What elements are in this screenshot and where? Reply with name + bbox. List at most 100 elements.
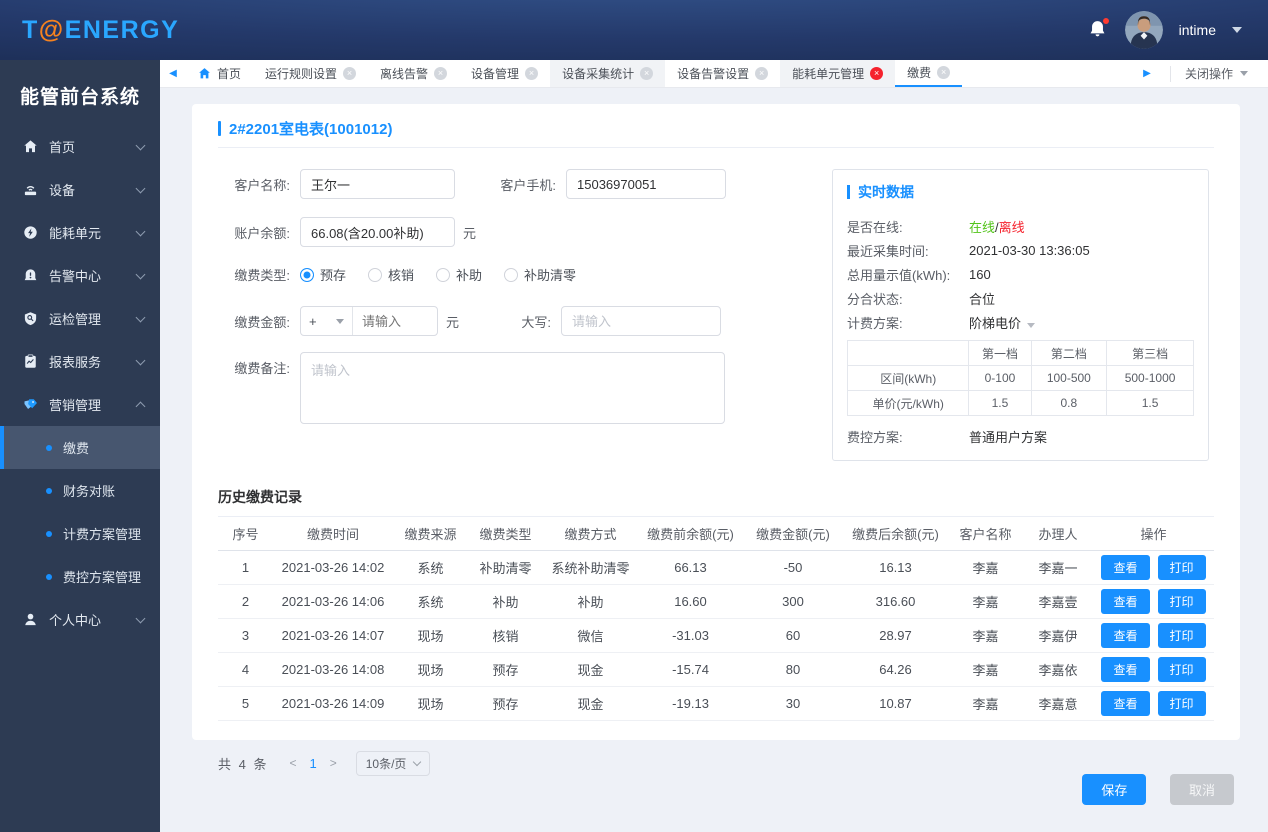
table-row: 5 2021-03-26 14:09 现场 预存 现金 -19.13 30 10.87 李嘉 李嘉… [218, 686, 1214, 721]
history-col-header: 缴费后余额(元) [843, 517, 948, 551]
pagination-prev[interactable]: < [286, 756, 299, 770]
person-icon [22, 612, 38, 628]
tier-cell: 0.8 [1030, 390, 1108, 416]
pagination-next[interactable]: > [327, 756, 340, 770]
view-button[interactable]: 查看 [1101, 622, 1150, 648]
history-cell: 李嘉 [948, 686, 1023, 721]
avatar[interactable] [1124, 11, 1163, 49]
tab-close-icon[interactable]: × [434, 67, 448, 80]
radio-label: 预存 [320, 268, 347, 283]
amount-group: + [300, 306, 438, 336]
tier-price-table: 第一档 第二档 第三档 区间(kWh) 0-100 100-500 500-1000 单价(元… [846, 340, 1194, 416]
notification-bell-icon[interactable] [1087, 18, 1109, 41]
tab-item[interactable]: 设备采集统计 × [550, 60, 666, 87]
switch-state-label: 分合状态: [847, 291, 903, 307]
sidebar-item-energy[interactable]: 能耗单元 [0, 211, 160, 254]
user-menu-caret-icon[interactable] [1232, 27, 1242, 33]
tab-close-icon[interactable]: × [870, 67, 884, 80]
sidebar-item-home[interactable]: 首页 [0, 125, 160, 168]
pay-type-radio[interactable]: 预存 [300, 265, 346, 284]
caps-input[interactable] [561, 306, 722, 336]
history-cell: 李嘉伊 [1023, 618, 1093, 653]
realtime-panel: 实时数据 是否在线: 在线/离线 最近采集时间: 2021-03-30 13:3… [832, 169, 1209, 461]
tab-item[interactable]: 运行规则设置 × [253, 60, 368, 87]
tab-item[interactable]: 首页 [186, 60, 253, 87]
chevron-down-icon [135, 140, 146, 150]
sidebar-subitem[interactable]: 财务对账 [0, 469, 160, 512]
tab-close-icon[interactable]: × [525, 67, 539, 80]
history-cell: 现场 [393, 652, 468, 687]
sidebar-subitem[interactable]: 费控方案管理 [0, 555, 160, 598]
chevron-down-icon [135, 226, 146, 236]
print-button[interactable]: 打印 [1157, 588, 1206, 614]
sidebar-item-alarm[interactable]: 告警中心 [0, 254, 160, 297]
amount-sign-select[interactable]: + [301, 307, 353, 335]
tab-close-icon[interactable]: × [755, 67, 769, 80]
tabs-scroll-right-icon[interactable]: ▶ [1134, 68, 1160, 79]
radio-icon [504, 267, 519, 282]
page-size-select[interactable]: 10条/页 [355, 750, 431, 776]
offline-value: 离线 [998, 219, 1025, 235]
sidebar-subitem[interactable]: 计费方案管理 [0, 512, 160, 555]
radio-icon [368, 267, 383, 282]
remark-textarea[interactable] [300, 352, 725, 424]
amount-input[interactable] [353, 313, 437, 329]
history-actions-cell: 查看 打印 [1093, 550, 1214, 585]
cancel-button[interactable]: 取消 [1169, 774, 1234, 805]
tab-close-icon[interactable]: × [937, 66, 951, 79]
pay-type-radio[interactable]: 核销 [368, 265, 414, 284]
history-col-header: 缴费时间 [273, 517, 393, 551]
sidebar-item-inspection[interactable]: 运检管理 [0, 297, 160, 340]
billing-plan-value[interactable]: 阶梯电价 [969, 313, 1036, 332]
page-size-value: 10条/页 [365, 756, 407, 771]
home-icon [198, 67, 211, 80]
save-button[interactable]: 保存 [1082, 774, 1147, 805]
print-button[interactable]: 打印 [1157, 690, 1206, 716]
tier-row-header: 区间(kWh) [846, 365, 970, 391]
total-usage-label: 总用量示值(kWh): [847, 267, 951, 283]
sidebar-item-marketing[interactable]: 营销管理 [0, 383, 160, 426]
print-button[interactable]: 打印 [1157, 656, 1206, 682]
tab-item[interactable]: 能耗单元管理 × [780, 60, 896, 87]
view-button[interactable]: 查看 [1101, 588, 1150, 614]
tab-item[interactable]: 缴费 × [895, 60, 963, 87]
tab-item[interactable]: 离线告警 × [368, 60, 459, 87]
username[interactable]: intime [1179, 22, 1216, 38]
close-operations-dropdown[interactable]: 关闭操作 [1185, 65, 1268, 82]
tabs-strip: 首页 运行规则设置 × 离线告警 × 设备管理 × 设备采集统计 × 设备告警设置 × 能耗单元管理 ×… [186, 60, 1134, 87]
print-button[interactable]: 打印 [1157, 554, 1206, 580]
pay-type-radio[interactable]: 补助 [436, 265, 482, 284]
view-button[interactable]: 查看 [1101, 656, 1150, 682]
sidebar-item-person[interactable]: 个人中心 [0, 598, 160, 641]
pay-type-radio[interactable]: 补助清零 [504, 265, 576, 284]
history-cell: 系统 [393, 550, 468, 585]
customer-phone-input[interactable] [566, 169, 726, 199]
report-icon [22, 354, 38, 370]
realtime-title: 实时数据 [847, 182, 1194, 202]
balance-input[interactable] [300, 217, 455, 247]
tab-item[interactable]: 设备告警设置 × [665, 60, 780, 87]
tabs-scroll-left-icon[interactable]: ◀ [160, 60, 186, 87]
chevron-down-icon [135, 312, 146, 322]
balance-label: 账户余额: [234, 225, 290, 241]
tab-close-icon[interactable]: × [640, 67, 654, 80]
history-cell: 李嘉 [948, 652, 1023, 687]
pay-type-label: 缴费类型: [234, 268, 290, 283]
sidebar-subitem[interactable]: 缴费 [0, 426, 160, 469]
tab-close-icon[interactable]: × [343, 67, 357, 80]
tier-cell: 1.5 [968, 390, 1032, 416]
tab-item[interactable]: 设备管理 × [459, 60, 550, 87]
sidebar-item-device[interactable]: 设备 [0, 168, 160, 211]
print-button[interactable]: 打印 [1157, 622, 1206, 648]
pagination-page-1[interactable]: 1 [305, 756, 320, 771]
sidebar-item-report[interactable]: 报表服务 [0, 340, 160, 383]
history-cell: 4 [218, 652, 273, 687]
sidebar-subitem-label: 财务对账 [63, 484, 116, 499]
view-button[interactable]: 查看 [1101, 690, 1150, 716]
footer-actions: 保存 取消 [160, 774, 1268, 805]
sidebar-item-label: 首页 [49, 140, 76, 155]
customer-name-input[interactable] [300, 169, 455, 199]
history-cell: 系统补助清零 [543, 550, 638, 585]
view-button[interactable]: 查看 [1101, 554, 1150, 580]
tier-corner-cell [846, 340, 970, 366]
